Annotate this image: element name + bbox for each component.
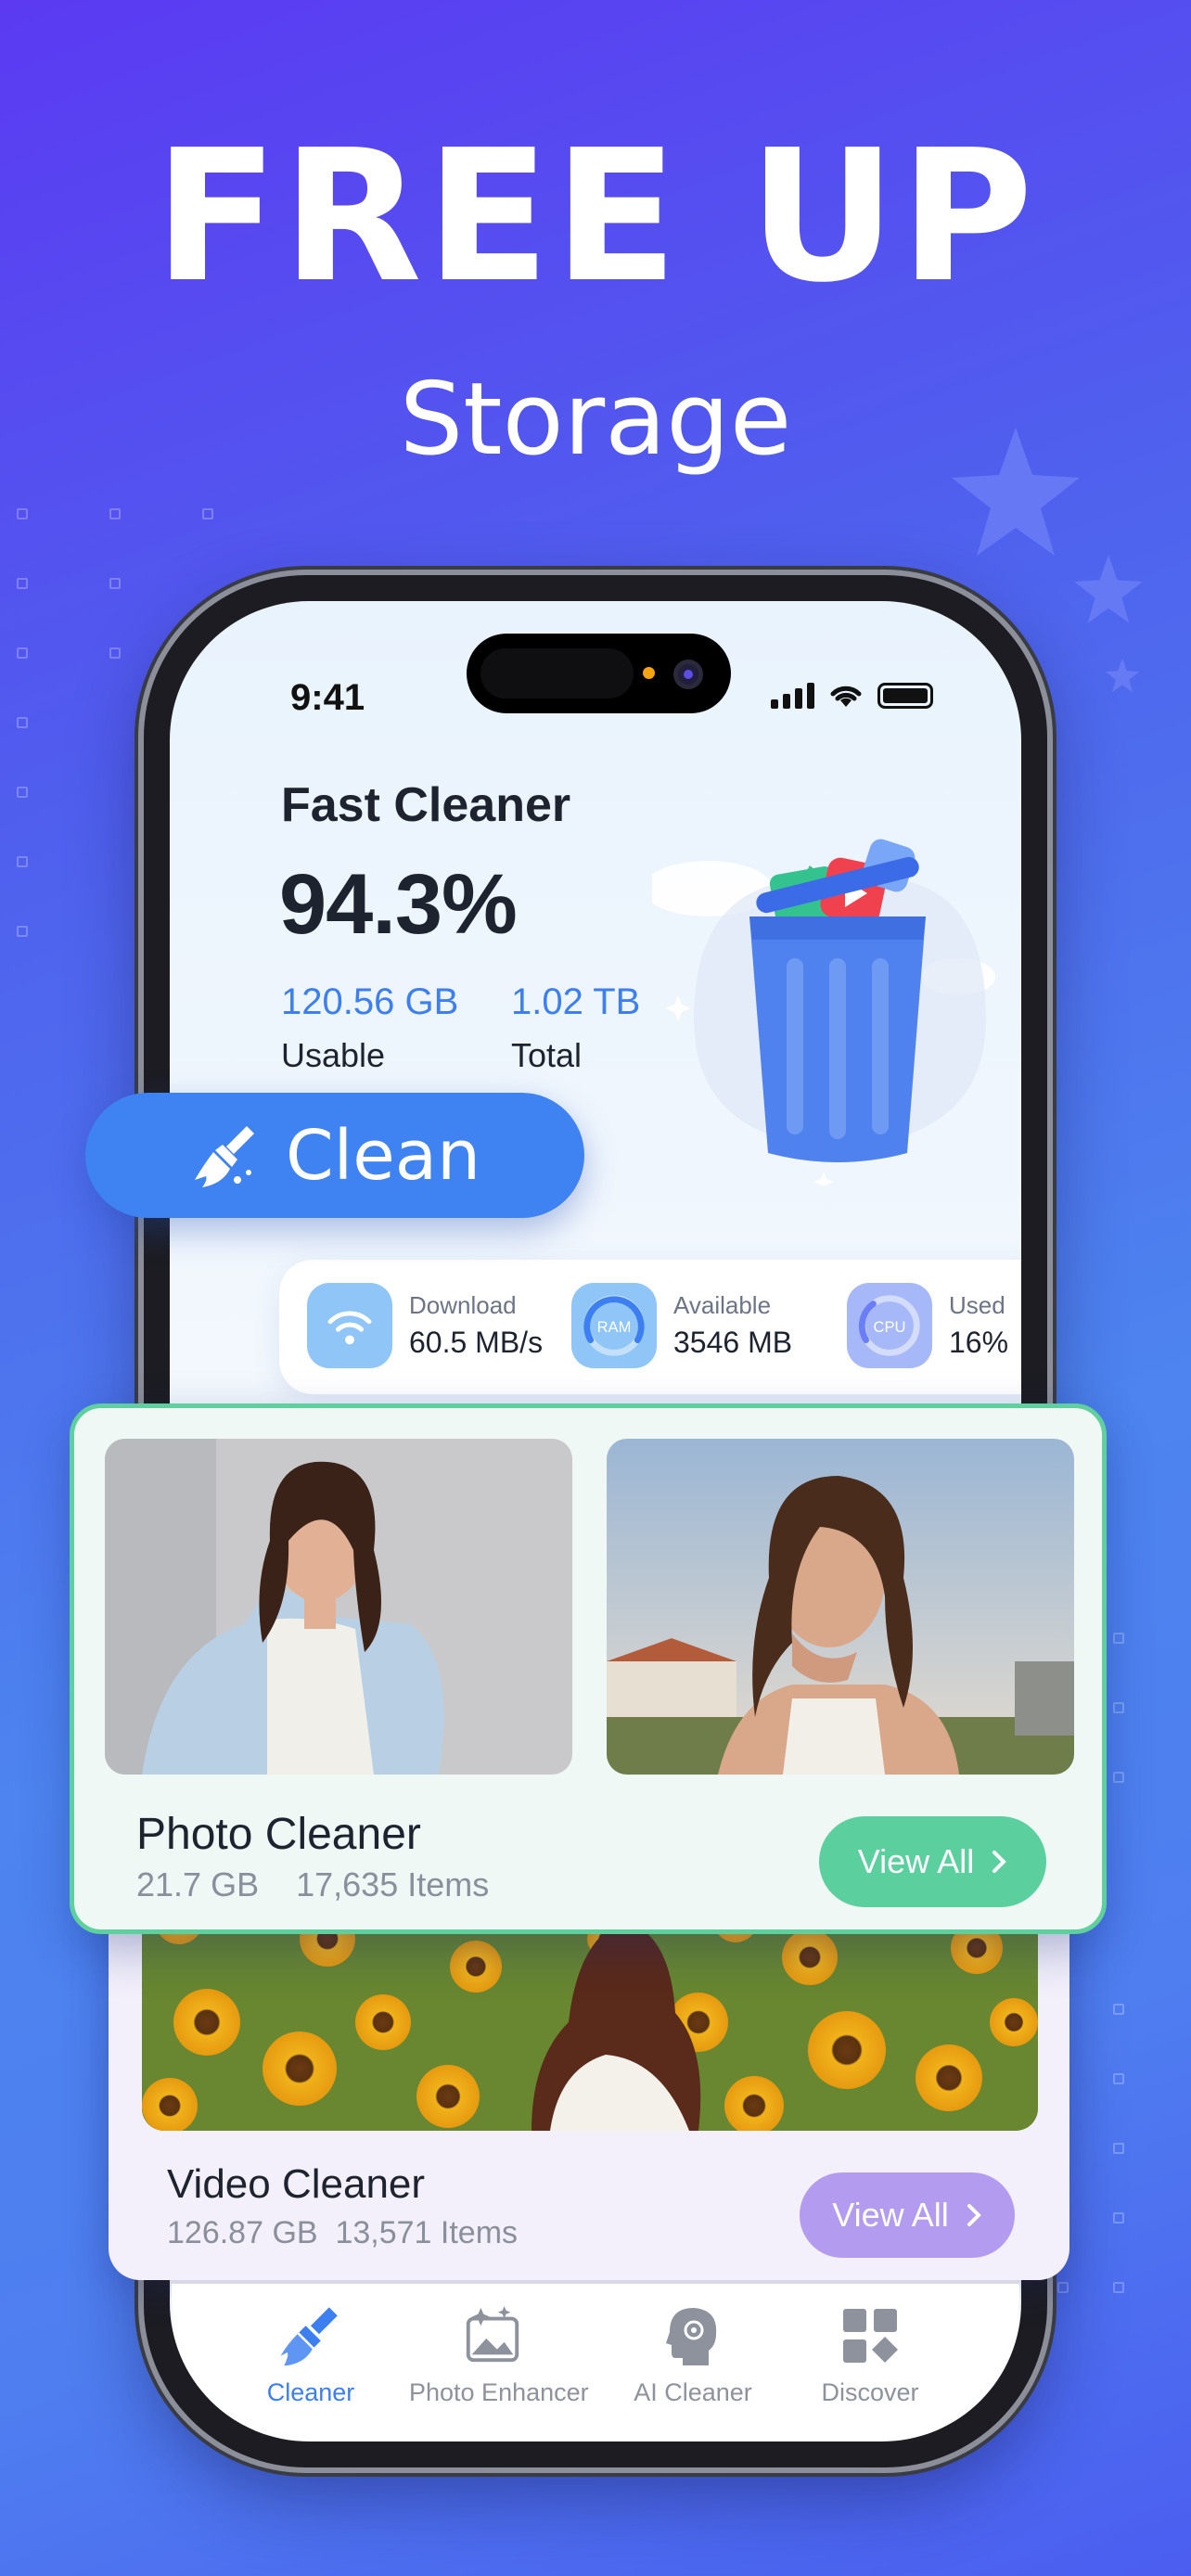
chevron-right-icon [967,2204,981,2226]
status-icons [771,681,933,709]
grid-diamond-icon [843,2309,898,2363]
tab-label: Cleaner [266,2378,355,2406]
metric-label: Available [673,1291,772,1319]
photo-sparkle-icon [466,2305,519,2363]
photo-thumbnail-2[interactable] [607,1439,1074,1775]
clean-button[interactable]: Clean [85,1093,584,1218]
tab-ai-cleaner[interactable]: AI Cleaner [609,2302,776,2407]
signal-icon [771,683,814,709]
tab-cleaner[interactable]: Cleaner [227,2302,394,2407]
broom-icon [194,1125,254,1187]
usable-stat: 120.56 GB Usable [281,981,458,1075]
broom-icon [280,2307,338,2366]
metric-label: Used [949,1291,1005,1319]
video-cleaner-title: Video Cleaner [167,2161,426,2207]
usable-label: Usable [281,1036,386,1074]
star-icon [1074,555,1143,623]
clean-button-label: Clean [285,1115,480,1196]
ai-head-icon [666,2308,717,2365]
dynamic-island [467,634,731,713]
photo-cleaner-items: 17,635 Items [296,1865,490,1903]
usage-percent: 94.3% [279,857,518,952]
video-cleaner-size: 126.87 GB [167,2215,318,2250]
app-title: Fast Cleaner [281,778,571,832]
wifi-icon [307,1283,392,1368]
view-all-label: View All [832,2196,949,2234]
star-icon [1105,658,1140,693]
view-all-label: View All [857,1842,975,1880]
battery-icon [877,683,933,709]
video-cleaner-items: 13,571 Items [335,2215,519,2250]
system-metrics-panel: Download 60.5 MB/s RAM Available 3546 MB [279,1260,1021,1394]
bottom-tab-bar: Cleaner Photo Enhancer AI Cleaner Discov… [172,2284,1019,2432]
cpu-gauge-icon: CPU [847,1283,932,1368]
tab-photo-enhancer[interactable]: Photo Enhancer [409,2302,589,2407]
photo-cleaner-card[interactable]: Photo Cleaner 21.7 GB 17,635 Items View … [70,1403,1107,1934]
promo-headline: FREE UP [154,111,1037,323]
download-metric: Download 60.5 MB/s [307,1283,543,1368]
video-cleaner-meta: 126.87 GB 13,571 Items [167,2215,518,2251]
photo-cleaner-size: 21.7 GB [136,1865,260,1903]
chevron-right-icon [992,1851,1007,1873]
wifi-status-icon [830,686,862,707]
metric-label: Download [409,1291,517,1319]
photo-cleaner-title: Photo Cleaner [136,1810,421,1859]
total-value: 1.02 TB [511,981,641,1022]
tab-label: Photo Enhancer [409,2378,589,2406]
svg-text:CPU: CPU [874,1318,906,1336]
metric-value: 3546 MB [673,1326,793,1359]
photo-view-all-button[interactable]: View All [819,1816,1046,1907]
video-view-all-button[interactable]: View All [800,2172,1015,2258]
ram-gauge-icon: RAM [571,1283,657,1368]
photo-thumbnail-1[interactable] [105,1439,572,1775]
camera-icon [673,660,703,689]
metric-value: 16% [949,1326,1009,1359]
tab-label: AI Cleaner [634,2378,752,2406]
total-label: Total [511,1036,583,1074]
status-time: 9:41 [290,677,365,718]
video-cleaner-card[interactable]: Video Cleaner 126.87 GB 13,571 Items Vie… [109,1883,1069,2280]
photo-cleaner-meta: 21.7 GB 17,635 Items [136,1865,489,1904]
total-stat: 1.02 TB Total [511,981,640,1075]
trash-can-illustration [652,839,995,1185]
tab-discover[interactable]: Discover [787,2302,954,2407]
metric-value: 60.5 MB/s [409,1326,544,1359]
cpu-metric: CPU Used 16% [847,1283,1008,1368]
ram-metric: RAM Available 3546 MB [571,1283,792,1368]
star-icon [952,428,1080,556]
tab-label: Discover [821,2378,919,2406]
usable-value: 120.56 GB [281,981,459,1022]
svg-text:RAM: RAM [597,1318,632,1336]
